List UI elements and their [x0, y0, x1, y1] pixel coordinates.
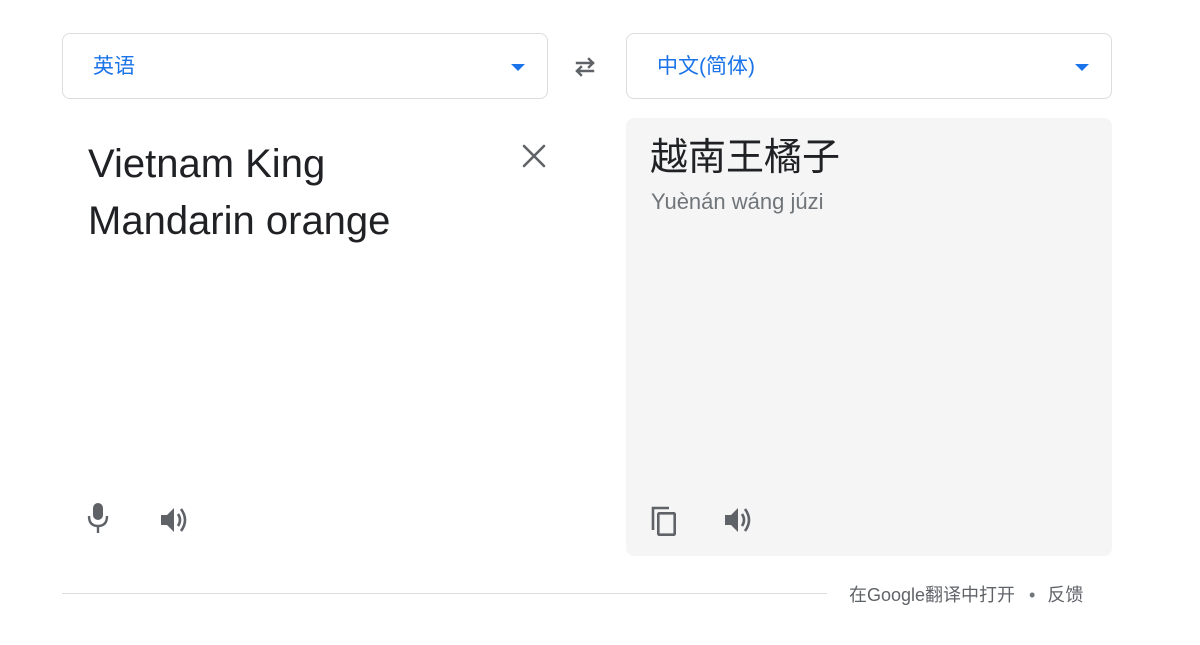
target-language-label: 中文(简体): [657, 55, 755, 78]
source-text-input[interactable]: Vietnam King Mandarin orange: [88, 136, 488, 250]
swap-arrows-icon: [575, 57, 595, 77]
footer-separator: •: [1029, 585, 1036, 605]
chevron-down-icon: [511, 64, 525, 71]
speaker-icon: [725, 508, 751, 532]
feedback-link[interactable]: 反馈: [1047, 585, 1083, 605]
copy-translation-button[interactable]: [644, 500, 684, 540]
swap-languages-button[interactable]: [565, 49, 605, 85]
romanization-text: Yuènán wáng júzi: [651, 189, 824, 214]
source-language-label: 英语: [93, 55, 135, 78]
listen-translation-button[interactable]: [719, 500, 759, 540]
voice-input-button[interactable]: [78, 498, 118, 538]
target-language-select[interactable]: 中文(简体): [626, 33, 1112, 99]
close-icon: [522, 144, 546, 168]
translation-text: 越南王橘子: [650, 137, 841, 179]
footer-divider: [62, 593, 827, 594]
footer-links: 在Google翻译中打开 • 反馈: [849, 583, 1083, 607]
open-in-google-translate-link[interactable]: 在Google翻译中打开: [849, 585, 1015, 605]
copy-icon: [651, 506, 676, 536]
speaker-icon: [161, 508, 187, 532]
microphone-icon: [87, 503, 109, 533]
listen-source-button[interactable]: [155, 500, 195, 540]
translation-panel: 越南王橘子 Yuènán wáng júzi: [626, 118, 1112, 556]
source-text-panel: Vietnam King Mandarin orange: [62, 118, 548, 556]
clear-text-button[interactable]: [518, 140, 550, 172]
source-language-select[interactable]: 英语: [62, 33, 548, 99]
chevron-down-icon: [1075, 64, 1089, 71]
